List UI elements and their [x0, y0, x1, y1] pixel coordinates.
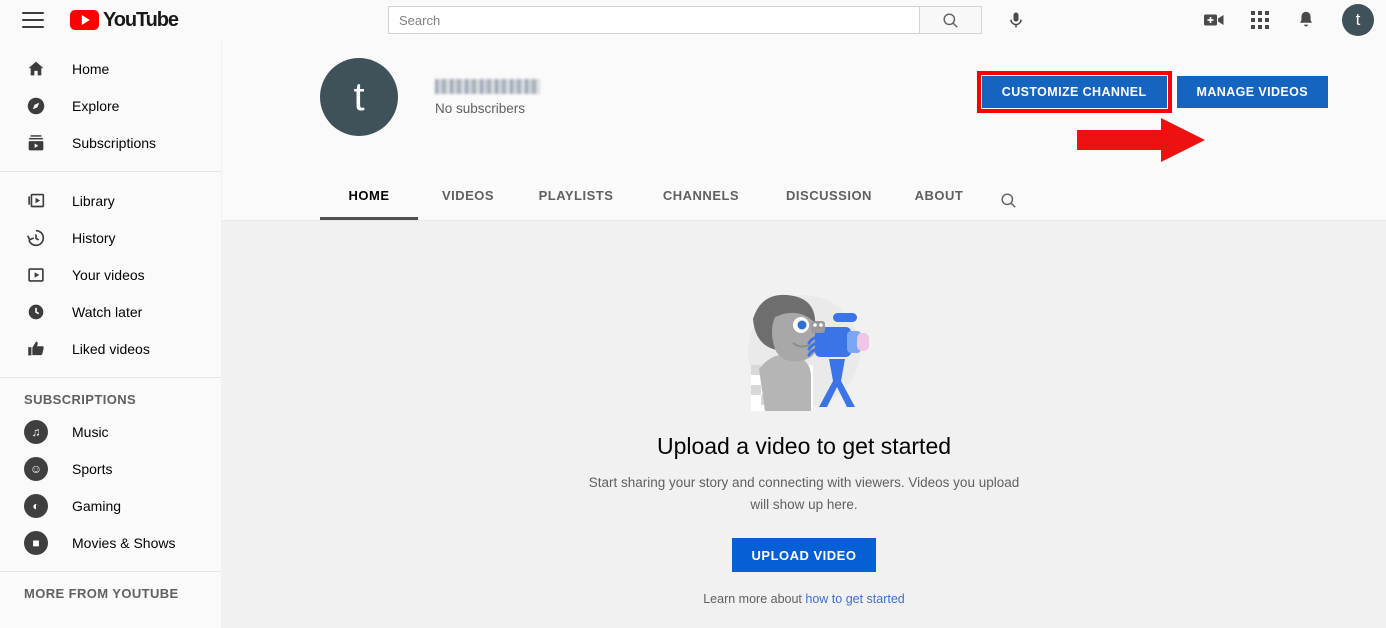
- search-icon: [941, 11, 960, 30]
- library-icon: [24, 189, 48, 213]
- channel-search-button[interactable]: [988, 180, 1028, 220]
- sidebar-item-home[interactable]: Home: [0, 50, 221, 87]
- channel-action-buttons: CUSTOMIZE CHANNEL MANAGE VIDEOS: [982, 76, 1328, 108]
- account-avatar[interactable]: t: [1342, 4, 1374, 36]
- hamburger-menu-icon[interactable]: [22, 12, 44, 28]
- tab-about[interactable]: ABOUT: [890, 180, 988, 220]
- sidebar-item-movies-shows[interactable]: ■ Movies & Shows: [0, 524, 221, 561]
- history-clock-icon: [24, 226, 48, 250]
- sidebar-item-gaming[interactable]: ◐ Gaming: [0, 487, 221, 524]
- tab-playlists[interactable]: PLAYLISTS: [518, 180, 634, 220]
- sidebar-primary-group: Home Explore Subscriptions: [0, 40, 221, 171]
- sidebar-item-label: Gaming: [72, 498, 121, 514]
- your-videos-icon: [24, 263, 48, 287]
- search-submit-button[interactable]: [920, 6, 982, 34]
- channel-meta: No subscribers: [435, 79, 540, 116]
- sidebar-item-sports[interactable]: ☺ Sports: [0, 450, 221, 487]
- channel-tabs: HOME VIDEOS PLAYLISTS CHANNELS DISCUSSIO…: [222, 180, 1386, 221]
- account-avatar-initial: t: [1356, 10, 1361, 30]
- channel-avatar-initial: t: [353, 75, 364, 120]
- home-icon: [24, 57, 48, 81]
- gaming-controller-icon: ◐: [24, 494, 48, 518]
- sidebar-item-label: Your videos: [72, 267, 145, 283]
- sidebar-secondary-group: Library History Your videos: [0, 172, 221, 377]
- sidebar: Home Explore Subscriptions: [0, 40, 222, 628]
- sidebar-item-history[interactable]: History: [0, 219, 221, 256]
- trophy-icon: ☺: [24, 457, 48, 481]
- subscriptions-icon: [24, 131, 48, 155]
- sidebar-item-library[interactable]: Library: [0, 182, 221, 219]
- top-bar-actions: t: [1202, 0, 1374, 40]
- sidebar-item-label: Subscriptions: [72, 135, 156, 151]
- channel-avatar[interactable]: t: [320, 58, 398, 136]
- notifications-button[interactable]: [1294, 8, 1318, 32]
- search-input[interactable]: [399, 13, 919, 28]
- person-with-video-camera-illustration: [729, 273, 879, 423]
- youtube-play-icon: [70, 10, 99, 30]
- apps-grid-icon: [1250, 10, 1270, 30]
- sidebar-item-label: Watch later: [72, 304, 142, 320]
- learn-more-text: Learn more about how to get started: [703, 592, 905, 606]
- main-content: t No subscribers CUSTOMIZE CHANNEL MANAG…: [222, 40, 1386, 628]
- how-to-get-started-link[interactable]: how to get started: [805, 592, 904, 606]
- upload-video-button[interactable]: UPLOAD VIDEO: [732, 538, 877, 572]
- channel-header: t No subscribers CUSTOMIZE CHANNEL MANAG…: [222, 40, 1386, 180]
- sidebar-item-label: Music: [72, 424, 109, 440]
- learn-more-prefix: Learn more about: [703, 592, 805, 606]
- sidebar-item-your-videos[interactable]: Your videos: [0, 256, 221, 293]
- voice-search-button[interactable]: [1002, 6, 1030, 34]
- create-video-icon: [1202, 8, 1226, 32]
- youtube-logo[interactable]: YouTube: [70, 9, 178, 32]
- tab-videos[interactable]: VIDEOS: [418, 180, 518, 220]
- channel-subscriber-count: No subscribers: [435, 101, 540, 116]
- empty-state: Upload a video to get started Start shar…: [222, 221, 1386, 606]
- sidebar-item-label: Library: [72, 193, 115, 209]
- customize-channel-button[interactable]: CUSTOMIZE CHANNEL: [982, 76, 1167, 108]
- empty-state-title: Upload a video to get started: [657, 433, 951, 460]
- search-box[interactable]: [388, 6, 920, 34]
- tab-home[interactable]: HOME: [320, 180, 418, 220]
- sidebar-item-watch-later[interactable]: Watch later: [0, 293, 221, 330]
- sidebar-item-label: Movies & Shows: [72, 535, 175, 551]
- film-icon: ■: [24, 531, 48, 555]
- manage-videos-button[interactable]: MANAGE VIDEOS: [1177, 76, 1328, 108]
- sidebar-item-music[interactable]: ♫ Music: [0, 413, 221, 450]
- youtube-logo-text: YouTube: [103, 9, 178, 32]
- top-navigation-bar: YouTube: [0, 0, 1386, 40]
- sidebar-item-label: Explore: [72, 98, 119, 114]
- sidebar-subscriptions-heading: SUBSCRIPTIONS: [0, 378, 221, 413]
- tab-discussion[interactable]: DISCUSSION: [768, 180, 890, 220]
- search-area: [388, 6, 1030, 34]
- microphone-icon: [1006, 10, 1026, 30]
- notifications-bell-icon: [1295, 9, 1317, 31]
- sidebar-item-subscriptions[interactable]: Subscriptions: [0, 124, 221, 161]
- sidebar-item-label: History: [72, 230, 116, 246]
- youtube-apps-button[interactable]: [1248, 8, 1272, 32]
- thumbs-up-icon: [24, 337, 48, 361]
- tab-channels[interactable]: CHANNELS: [634, 180, 768, 220]
- create-video-button[interactable]: [1202, 8, 1226, 32]
- sidebar-more-heading: MORE FROM YOUTUBE: [0, 572, 221, 607]
- empty-state-description: Start sharing your story and connecting …: [579, 472, 1029, 516]
- sidebar-item-label: Home: [72, 61, 109, 77]
- explore-compass-icon: [24, 94, 48, 118]
- sidebar-item-label: Sports: [72, 461, 112, 477]
- sidebar-item-label: Liked videos: [72, 341, 150, 357]
- channel-name-redacted: [435, 79, 540, 94]
- sidebar-item-liked-videos[interactable]: Liked videos: [0, 330, 221, 367]
- music-note-icon: ♫: [24, 420, 48, 444]
- watch-later-clock-icon: [24, 300, 48, 324]
- sidebar-item-explore[interactable]: Explore: [0, 87, 221, 124]
- search-icon: [999, 191, 1018, 210]
